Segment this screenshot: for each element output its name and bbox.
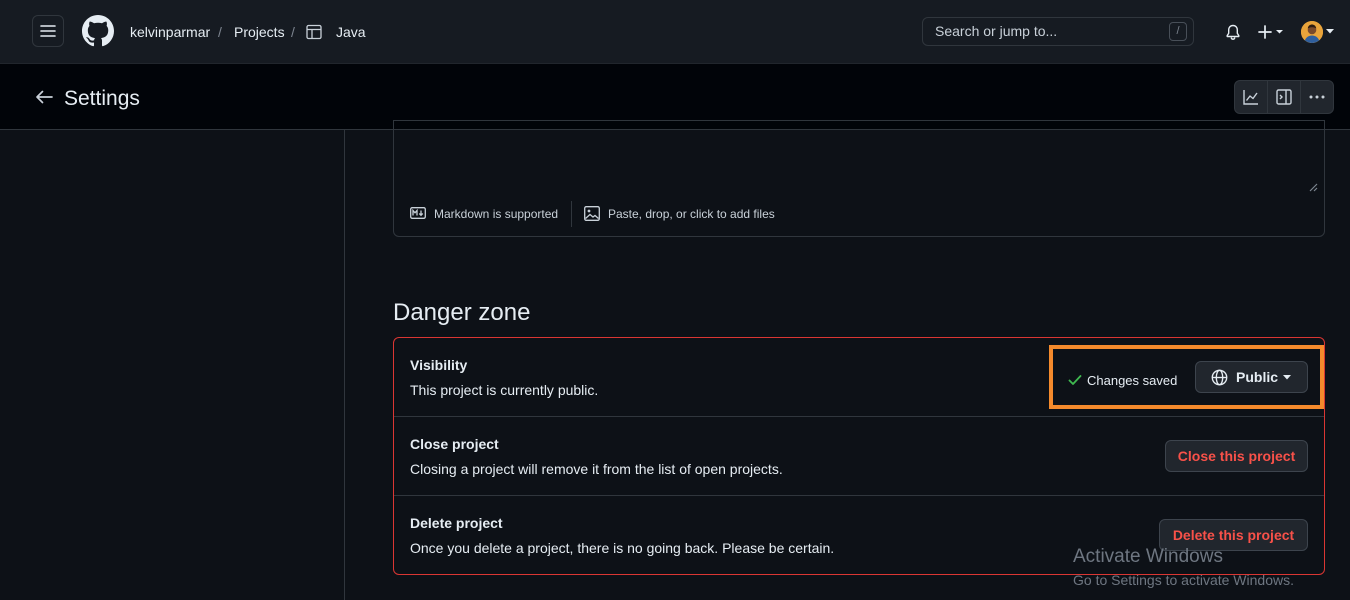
changes-saved-status: Changes saved <box>1087 373 1178 388</box>
check-icon <box>1068 374 1082 386</box>
chevron-down-icon[interactable] <box>1326 29 1334 34</box>
breadcrumb-separator: / <box>218 24 222 40</box>
danger-zone-title: Danger zone <box>393 299 531 326</box>
menu-icon <box>40 23 56 39</box>
more-options-button[interactable] <box>1301 81 1333 113</box>
sidebar-divider <box>344 130 345 600</box>
back-arrow-icon[interactable] <box>34 89 54 105</box>
github-logo-icon[interactable] <box>82 15 114 47</box>
search-input[interactable]: Search or jump to... / <box>922 17 1194 46</box>
insights-button[interactable] <box>1235 81 1268 113</box>
globe-icon <box>1211 369 1228 386</box>
visibility-description: This project is currently public. <box>410 382 599 398</box>
close-project-description: Closing a project will remove it from th… <box>410 461 783 477</box>
delete-project-description: Once you delete a project, there is no g… <box>410 540 835 556</box>
project-actions-group <box>1234 80 1334 114</box>
insights-icon <box>1243 89 1259 105</box>
page-title: Settings <box>64 87 140 110</box>
kebab-icon <box>1309 95 1325 99</box>
table-icon <box>306 24 322 40</box>
footer-divider <box>571 201 572 227</box>
visibility-title: Visibility <box>410 357 468 373</box>
breadcrumb-separator: / <box>291 24 295 40</box>
breadcrumb-owner[interactable]: kelvinparmar <box>130 23 210 41</box>
row-divider <box>394 495 1324 496</box>
resize-handle-icon[interactable] <box>1306 180 1318 192</box>
close-project-title: Close project <box>410 436 499 452</box>
activate-windows-title: Activate Windows <box>1073 546 1223 567</box>
sidebar-panel-button[interactable] <box>1268 81 1301 113</box>
close-project-button[interactable]: Close this project <box>1165 440 1308 472</box>
search-placeholder: Search or jump to... <box>935 23 1058 39</box>
visibility-dropdown-label: Public <box>1236 369 1279 385</box>
image-icon <box>584 206 600 221</box>
search-shortcut: / <box>1169 22 1187 41</box>
sidebar-panel-icon <box>1276 89 1292 105</box>
delete-project-title: Delete project <box>410 515 503 531</box>
bell-icon[interactable] <box>1225 24 1241 41</box>
markdown-icon <box>410 207 426 219</box>
breadcrumb-project[interactable]: Java <box>336 23 366 41</box>
avatar[interactable] <box>1301 21 1323 43</box>
row-divider <box>394 416 1324 417</box>
chevron-down-icon <box>1283 375 1291 380</box>
activate-windows-subtitle: Go to Settings to activate Windows. <box>1073 572 1294 588</box>
create-new-button[interactable] <box>1258 23 1288 41</box>
breadcrumb-projects[interactable]: Projects <box>234 23 285 41</box>
attach-files-link[interactable]: Paste, drop, or click to add files <box>608 207 775 221</box>
markdown-supported-link[interactable]: Markdown is supported <box>434 207 558 221</box>
menu-button[interactable] <box>32 15 64 47</box>
